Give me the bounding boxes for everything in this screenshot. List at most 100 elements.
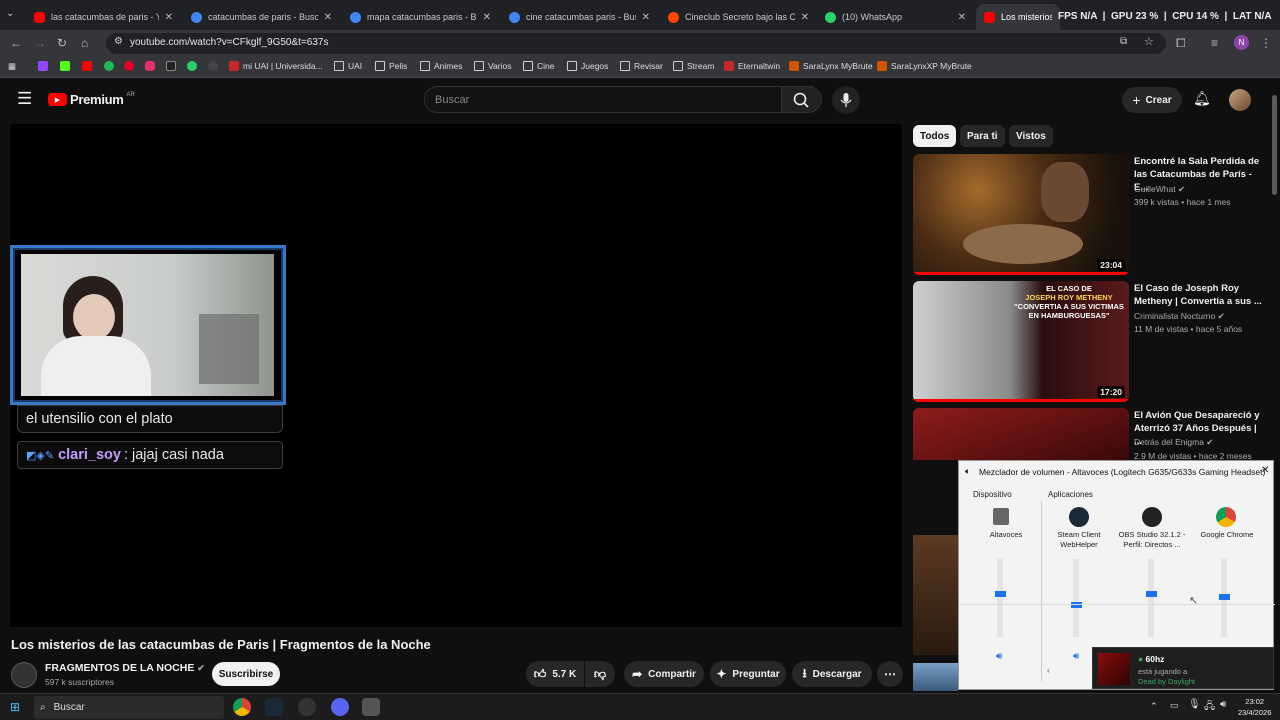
close-tab-icon[interactable]: ✕ (165, 12, 173, 23)
tab-search-chevron-icon[interactable]: ⌄ (6, 8, 14, 19)
notifications-bell-icon[interactable]: 🔔︎ (1193, 90, 1211, 107)
tray-chevron-icon[interactable]: ⌃ (1150, 701, 1158, 712)
dislike-button[interactable]: 👎︎ (585, 661, 615, 687)
bookmark-folder-juegos[interactable]: Juegos (567, 61, 608, 71)
bookmark-folder-cine[interactable]: Cine (523, 61, 554, 71)
recommended-thumbnail[interactable]: EL CASO DE JOSEPH ROY METHENY "CONVERTIA… (913, 281, 1129, 402)
taskbar-clock[interactable]: 23:02 23/4/2026 (1238, 696, 1271, 718)
bookmark-star-icon[interactable]: ☆ (1144, 35, 1154, 48)
obs-icon[interactable] (1142, 507, 1162, 527)
steam-taskbar-icon[interactable] (265, 698, 283, 716)
channel-name[interactable]: FRAGMENTOS DE LA NOCHE ✔ (45, 662, 205, 674)
spotify-bookmark-icon[interactable] (104, 61, 114, 71)
chip-todos[interactable]: Todos (913, 125, 957, 147)
bookmark-eternaltwin[interactable]: Eternaltwin (724, 61, 780, 71)
back-icon[interactable]: ← (10, 36, 22, 50)
media-controls-icon[interactable]: ≡ (1211, 36, 1218, 50)
voice-search-button[interactable] (832, 86, 860, 114)
browser-tab-google-cine[interactable]: cine catacumbas paris - Buscar con Googl… (501, 4, 658, 30)
volume-slider-chrome[interactable] (1219, 559, 1230, 637)
chrome-menu-icon[interactable]: ⋮ (1260, 36, 1272, 50)
bookmark-folder-animes[interactable]: Animes (420, 61, 462, 71)
browser-tab-reddit[interactable]: Cineclub Secreto bajo las Catacumbas ✕ (660, 4, 817, 30)
more-actions-button[interactable]: ⋯ (877, 661, 903, 687)
twitch-bookmark-icon[interactable] (38, 61, 48, 71)
search-button[interactable] (782, 86, 822, 113)
close-tab-icon[interactable]: ✕ (958, 12, 966, 23)
forward-icon[interactable]: → (34, 36, 46, 50)
close-window-icon[interactable]: ✕ (1261, 465, 1269, 476)
share-button[interactable]: ➦ Compartir (624, 661, 704, 687)
recommended-thumbnail[interactable]: 23:04 (913, 154, 1129, 275)
chip-para-ti[interactable]: Para ti (960, 125, 1005, 147)
bookmark-mybrute-xp[interactable]: SaraLynxXP MyBrute (877, 61, 972, 71)
extensions-icon[interactable]: ⧠ (1176, 36, 1186, 51)
slider-knob[interactable] (1146, 591, 1157, 597)
recommended-thumbnail-partial[interactable] (913, 663, 958, 691)
scroll-left-arrow-icon[interactable]: ‹ (1047, 666, 1050, 675)
subscribe-button[interactable]: Suscribirse (212, 662, 280, 686)
page-scrollbar[interactable] (1272, 95, 1277, 195)
steam-icon[interactable] (1069, 507, 1089, 527)
install-app-icon[interactable]: ⧉ (1120, 36, 1127, 47)
mute-speaker-icon[interactable]: 🔊︎ (996, 651, 1002, 662)
mute-speaker-icon[interactable]: 🔊︎ (1073, 651, 1079, 662)
recommended-thumbnail[interactable] (913, 408, 1129, 460)
close-tab-icon[interactable]: ✕ (483, 12, 491, 23)
slider-knob[interactable] (1071, 602, 1082, 608)
recommended-channel[interactable]: Detrás del Enigma ✔ (1134, 437, 1213, 448)
browser-tab-youtube-search[interactable]: las catacumbas de paris - YouTube ✕ (26, 4, 181, 30)
browser-tab-whatsapp[interactable]: (10) WhatsApp ✕ (817, 4, 974, 30)
url-text[interactable]: youtube.com/watch?v=CFkglf_9G50&t=637s (130, 37, 328, 48)
tray-network-icon[interactable]: 🖧 (1204, 699, 1215, 716)
profile-avatar[interactable]: N (1234, 35, 1249, 50)
instagram-bookmark-icon[interactable] (145, 61, 155, 71)
volume-slider-steam[interactable] (1071, 559, 1082, 637)
bookmark-folder-uai[interactable]: UAI (334, 61, 362, 71)
browser-tab-google-catacumbas[interactable]: catacumbas de paris - Buscar con Google … (183, 4, 340, 30)
chip-vistos[interactable]: Vistos (1009, 125, 1053, 147)
download-button[interactable]: ⭳ Descargar (792, 661, 872, 687)
address-bar[interactable]: ⚙ youtube.com/watch?v=CFkglf_9G50&t=637s… (106, 33, 1166, 54)
ask-button[interactable]: ✦ Preguntar (710, 661, 786, 687)
bookmark-folder-revisar[interactable]: Revisar (620, 61, 663, 71)
apps-grid-icon[interactable]: ▦ (8, 61, 16, 72)
account-avatar[interactable] (1229, 89, 1251, 111)
tray-volume-icon[interactable]: 🔊︎ (1220, 699, 1226, 710)
channel-avatar[interactable] (11, 662, 37, 688)
whatsapp-bookmark-icon[interactable] (187, 61, 197, 71)
app-taskbar-icon[interactable] (362, 698, 380, 716)
hamburger-menu-icon[interactable]: ☰ (17, 89, 32, 109)
activity-notification[interactable]: ● 60hz está jugando a Dead by Daylight (1092, 647, 1274, 689)
youtube-bookmark-icon[interactable] (82, 61, 92, 71)
recommended-thumbnail-partial[interactable] (913, 535, 958, 655)
recommended-title[interactable]: El Caso de Joseph Roy Metheny | Convertí… (1134, 282, 1264, 308)
search-input[interactable]: Buscar (424, 86, 782, 113)
obs-taskbar-icon[interactable] (298, 698, 316, 716)
recommended-channel[interactable]: GuilleWhat ✔ (1134, 184, 1185, 195)
home-icon[interactable]: ⌂ (81, 36, 88, 50)
close-tab-icon[interactable]: ✕ (801, 12, 809, 23)
create-button[interactable]: + Crear (1122, 87, 1182, 113)
bookmark-mybrute[interactable]: SaraLynx MyBrute (789, 61, 873, 71)
recommended-channel[interactable]: Criminalista Nocturno ✔ (1134, 311, 1225, 322)
chrome-icon[interactable] (1216, 507, 1236, 527)
like-button[interactable]: 👍︎ 5.7 K (526, 661, 584, 687)
tiktok-bookmark-icon[interactable] (166, 61, 176, 71)
github-bookmark-icon[interactable] (208, 61, 218, 71)
chrome-taskbar-icon[interactable] (233, 698, 251, 716)
tray-app-icon[interactable]: ▭ (1170, 700, 1179, 711)
volume-slider-altavoces[interactable] (995, 559, 1006, 637)
bookmark-folder-pelis[interactable]: Pelis (375, 61, 407, 71)
volume-slider-obs[interactable] (1146, 559, 1157, 637)
youtube-premium-logo[interactable]: ▶ Premium AR (48, 92, 135, 107)
slider-knob[interactable] (1219, 594, 1230, 600)
browser-tab-google-mapa[interactable]: mapa catacumbas paris - Buscar con Googl… (342, 4, 499, 30)
bookmark-folder-stream[interactable]: Stream (673, 61, 714, 71)
reload-icon[interactable]: ↻ (57, 36, 67, 50)
close-tab-icon[interactable]: ✕ (642, 12, 650, 23)
browser-tab-active-youtube[interactable]: Los misterios de las catacumbas (976, 4, 1060, 30)
discord-taskbar-icon[interactable] (331, 698, 349, 716)
site-info-icon[interactable]: ⚙ (114, 36, 123, 47)
speaker-device-icon[interactable] (993, 508, 1009, 525)
